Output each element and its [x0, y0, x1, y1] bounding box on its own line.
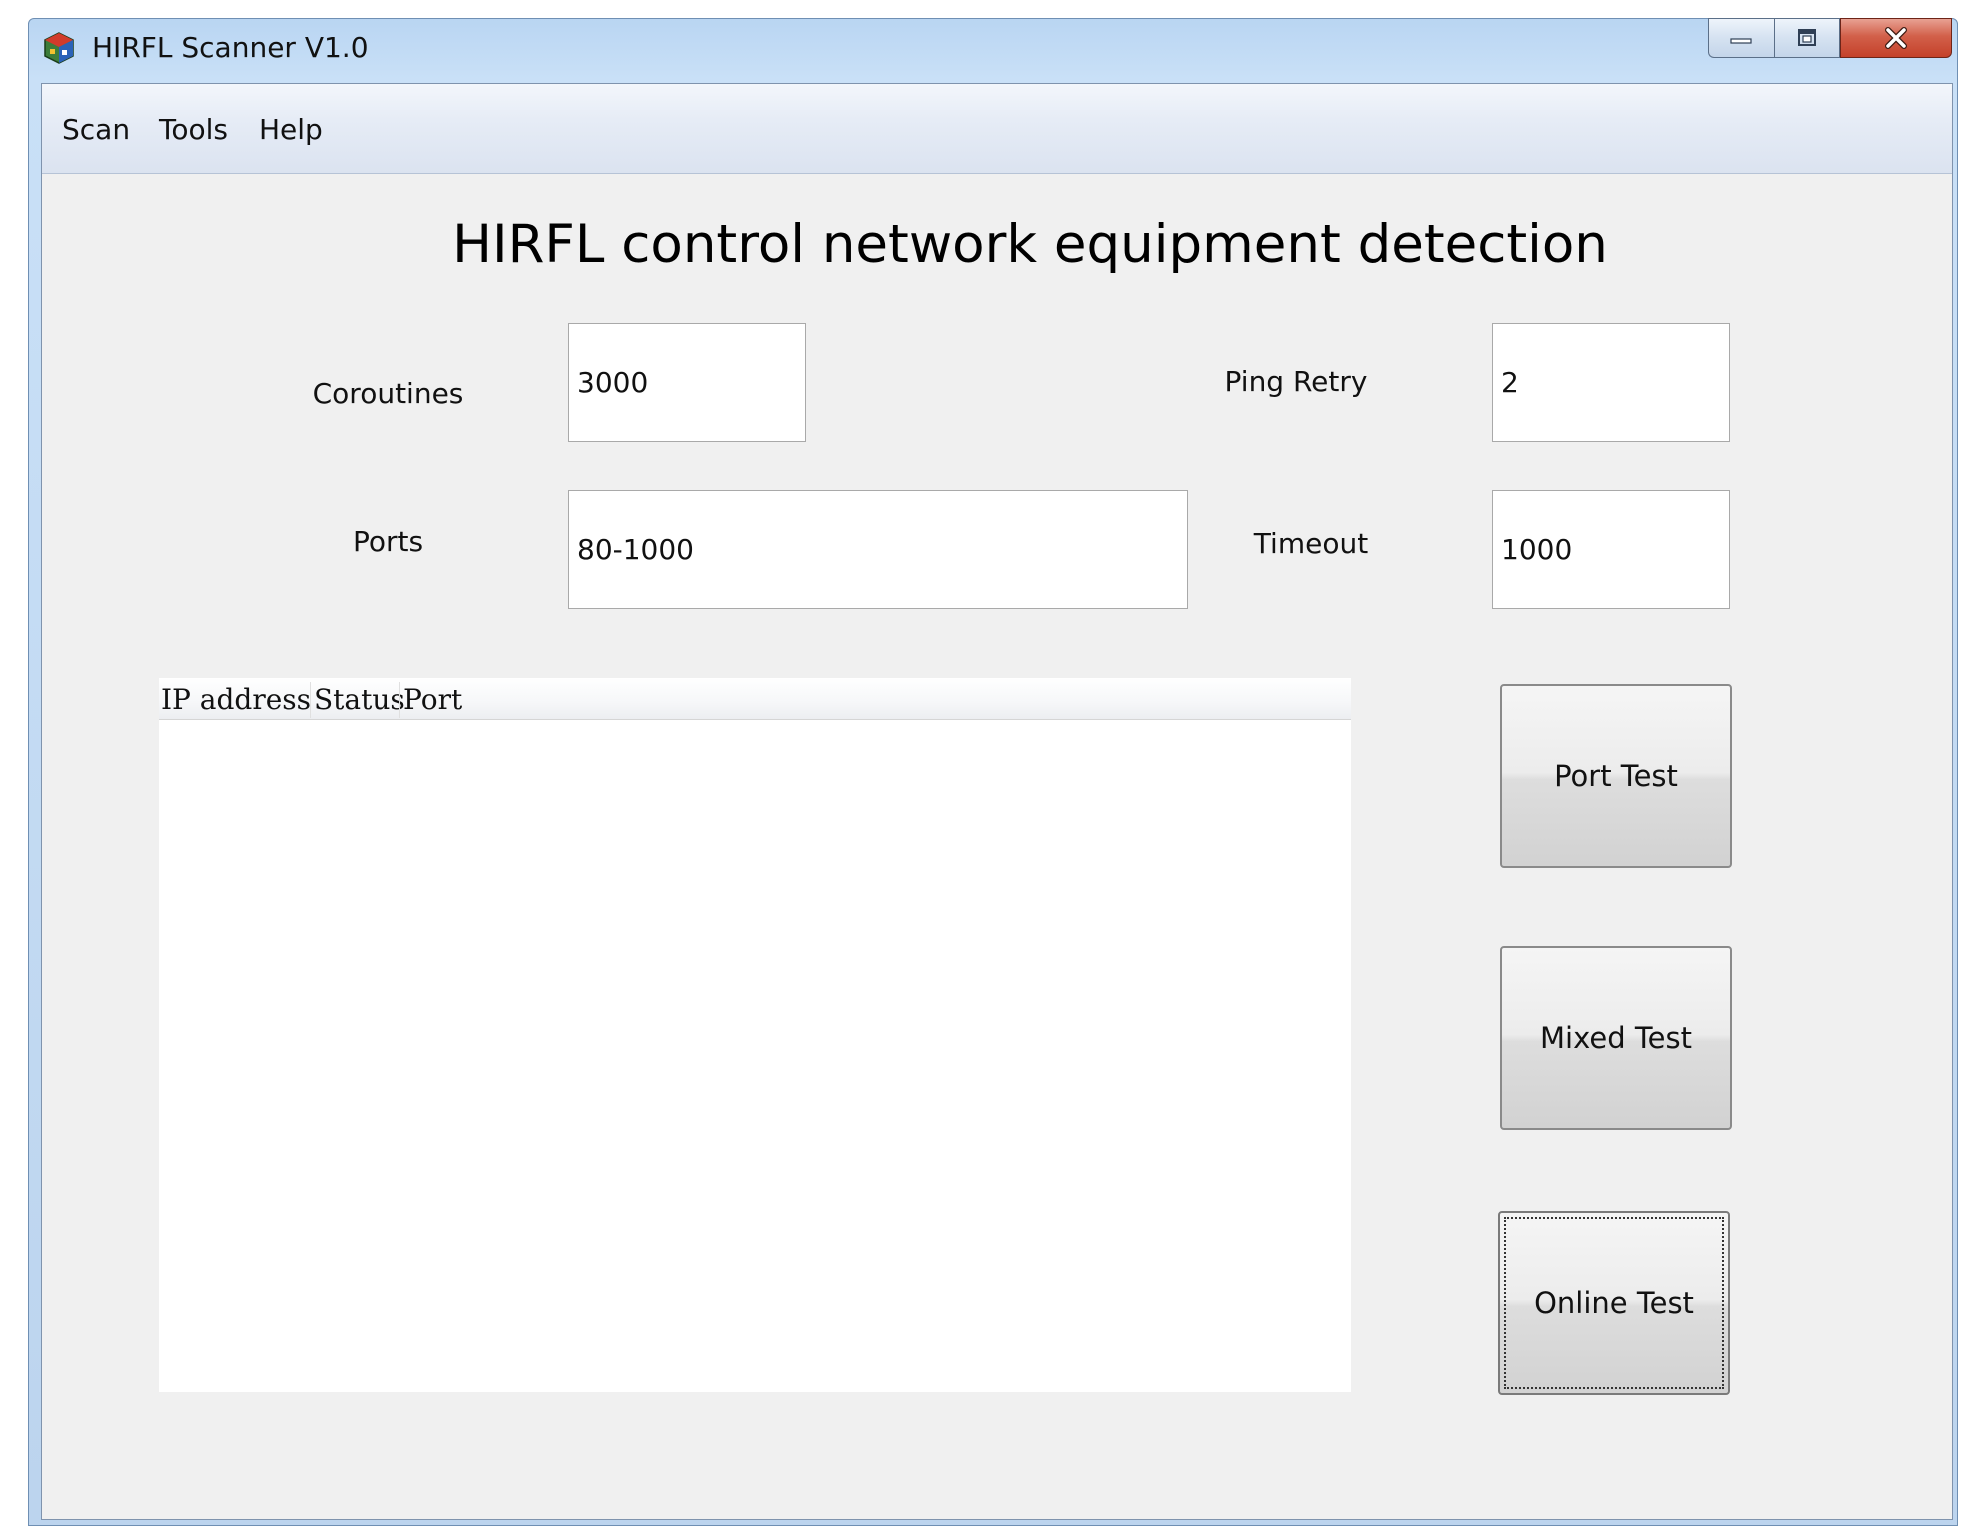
mixed-test-button[interactable]: Mixed Test	[1500, 946, 1732, 1130]
ports-input[interactable]: 80-1000	[568, 490, 1188, 609]
results-table[interactable]	[159, 678, 1351, 1392]
restore-icon	[1795, 27, 1819, 49]
column-header-port[interactable]: Port	[403, 680, 462, 720]
menu-item-tools[interactable]: Tools	[159, 110, 228, 150]
menu-item-scan[interactable]: Scan	[62, 110, 130, 150]
column-divider[interactable]	[399, 682, 400, 718]
ping-retry-label: Ping Retry	[1224, 365, 1368, 398]
network-scanner-icon	[44, 32, 74, 64]
close-button[interactable]	[1840, 18, 1952, 58]
menu-bar	[42, 84, 1952, 174]
column-header-status[interactable]: Status	[314, 680, 405, 720]
timeout-label: Timeout	[1253, 527, 1369, 560]
window-title: HIRFL Scanner V1.0	[92, 31, 369, 64]
column-divider[interactable]	[310, 682, 311, 718]
timeout-input[interactable]: 1000	[1492, 490, 1730, 609]
online-test-button[interactable]: Online Test	[1498, 1211, 1730, 1395]
online-test-label: Online Test	[1534, 1286, 1694, 1320]
minimize-button[interactable]	[1708, 18, 1774, 58]
ping-retry-input[interactable]: 2	[1492, 323, 1730, 442]
caption-buttons	[1708, 18, 1952, 60]
menu-item-help[interactable]: Help	[259, 110, 323, 150]
coroutines-input[interactable]: 3000	[568, 323, 806, 442]
minimize-icon	[1729, 31, 1755, 45]
page-title: HIRFL control network equipment detectio…	[452, 214, 1608, 275]
column-header-ip-address[interactable]: IP address	[161, 680, 311, 720]
close-icon	[1881, 25, 1911, 51]
maximize-button[interactable]	[1774, 18, 1840, 58]
coroutines-label: Coroutines	[312, 377, 464, 410]
ports-label: Ports	[352, 525, 424, 558]
port-test-button[interactable]: Port Test	[1500, 684, 1732, 868]
